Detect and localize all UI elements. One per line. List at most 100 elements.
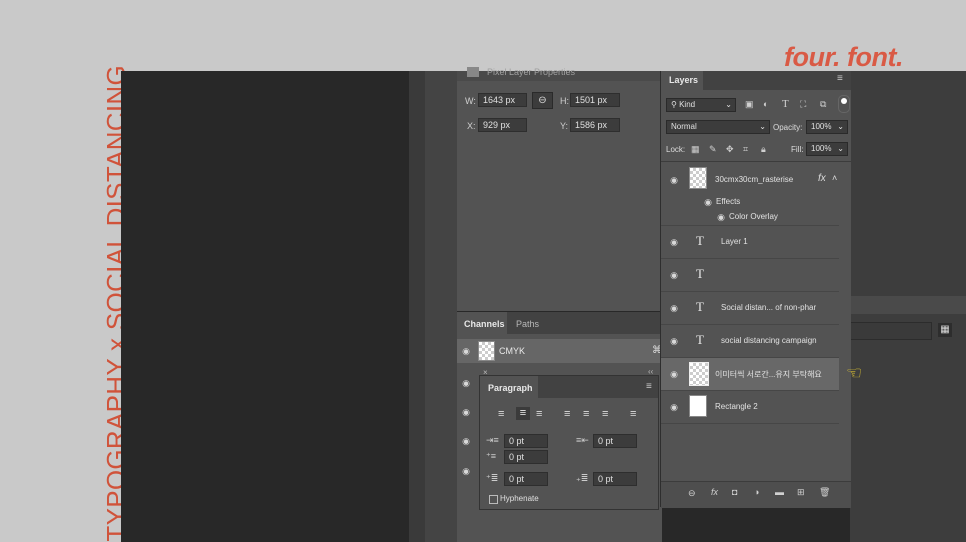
collapse-icon[interactable]: ‹‹ xyxy=(648,367,653,376)
space-before-field[interactable]: 0 pt xyxy=(504,472,548,486)
y-field[interactable]: 1586 px xyxy=(570,118,620,132)
opacity-value: 100% xyxy=(811,122,832,131)
new-layer-icon[interactable]: ⊞ xyxy=(797,487,805,498)
filter-type-icon[interactable]: T xyxy=(782,98,789,110)
filter-pixel-icon[interactable]: ▣ xyxy=(745,99,754,110)
lock-label: Lock: xyxy=(666,145,686,154)
justify-all-icon[interactable]: ≡ xyxy=(630,408,636,420)
align-right-icon[interactable]: ≡ xyxy=(536,408,542,420)
layer-row-rectangle2[interactable]: ◉ Rectangle 2 xyxy=(661,391,839,424)
layer-thumbnail xyxy=(689,395,707,417)
layer-name: Layer 1 xyxy=(721,237,748,246)
eye-icon[interactable]: ◉ xyxy=(459,466,473,476)
add-mask-icon[interactable]: ◘ xyxy=(732,487,737,497)
pixel-layer-icon xyxy=(467,67,479,77)
fx-badge[interactable]: fx xyxy=(818,173,826,184)
layer-row-campaign[interactable]: ◉ T social distancing campaign xyxy=(661,325,839,358)
adjustment-layer-icon[interactable]: ◑ xyxy=(754,487,759,497)
panel-menu-icon[interactable]: ≡ xyxy=(646,381,652,392)
justify-last-center-icon[interactable]: ≡ xyxy=(583,408,589,420)
text-layer-icon: T xyxy=(696,266,704,281)
trash-icon[interactable]: 🗑︎ xyxy=(819,487,830,498)
eye-icon[interactable]: ◉ xyxy=(459,407,473,417)
filter-shape-icon[interactable]: ⛶ xyxy=(800,99,806,110)
chevron-down-icon: ⌄ xyxy=(837,122,844,131)
tab-paths[interactable]: Paths xyxy=(516,319,539,329)
lock-move-icon[interactable]: ✥ xyxy=(726,144,734,155)
filter-toggle[interactable] xyxy=(838,95,850,113)
layer-row-korean-selected[interactable]: ◉ 이미터씩 서로간...유지 부탁해요 xyxy=(661,358,839,391)
eye-icon[interactable]: ◉ xyxy=(667,369,681,379)
effect-color-overlay: Color Overlay xyxy=(729,212,778,221)
lock-brush-icon[interactable]: ✎ xyxy=(709,144,717,155)
chevron-down-icon: ⌄ xyxy=(837,144,844,153)
eye-icon[interactable]: ◉ xyxy=(667,175,681,185)
search-icon: ⚲ xyxy=(671,100,677,109)
eye-icon[interactable]: ◉ xyxy=(459,436,473,446)
width-field[interactable]: 1643 px xyxy=(478,93,527,107)
fill-field[interactable]: 100% ⌄ xyxy=(806,142,848,156)
layer-row-layer1[interactable]: ◉ T Layer 1 xyxy=(661,226,839,259)
opacity-field[interactable]: 100% ⌄ xyxy=(806,120,848,134)
eye-icon[interactable]: ◉ xyxy=(714,212,728,222)
properties-header: Pixel Layer Properties xyxy=(487,67,576,77)
workspace-strip xyxy=(409,71,425,542)
first-line-indent-icon: ⁺≡ xyxy=(486,451,497,461)
channel-row-cmyk[interactable]: ◉ CMYK ⌘ xyxy=(457,339,662,363)
eye-icon[interactable]: ◉ xyxy=(667,336,681,346)
eye-icon[interactable]: ◉ xyxy=(667,270,681,280)
layer-row-rasterise[interactable]: ◉ 30cmx30cm_rasterise fx ˄ ◉ Effects ◉ C… xyxy=(661,162,839,226)
indent-right-field[interactable]: 0 pt xyxy=(593,434,637,448)
paragraph-title[interactable]: Paragraph xyxy=(488,383,533,393)
right-panel-dropdown[interactable] xyxy=(850,322,932,340)
height-label: H: xyxy=(560,96,569,106)
link-layers-icon[interactable]: ⊖ xyxy=(688,488,696,499)
panel-menu-icon[interactable]: ≡ xyxy=(837,73,843,84)
chevron-down-icon: ⌄ xyxy=(759,122,766,131)
lock-all-icon[interactable]: 🔒︎ xyxy=(761,144,766,155)
x-label: X: xyxy=(467,121,476,131)
hyphenate-checkbox[interactable] xyxy=(489,495,498,504)
height-field[interactable]: 1501 px xyxy=(570,93,620,107)
layer-row-text[interactable]: ◉ T xyxy=(661,259,839,292)
link-dimensions-button[interactable]: ⊖ xyxy=(532,92,553,109)
text-layer-icon: T xyxy=(696,332,704,347)
grid-view-icon[interactable]: ▦ xyxy=(938,323,952,337)
align-center-icon[interactable]: ≡ xyxy=(516,407,530,420)
indent-left-field[interactable]: 0 pt xyxy=(504,434,548,448)
new-group-icon[interactable]: ▬ xyxy=(775,487,784,497)
eye-icon[interactable]: ◉ xyxy=(459,346,473,356)
fx-icon[interactable]: fx xyxy=(711,487,718,497)
opacity-label: Opacity: xyxy=(773,123,803,132)
x-field[interactable]: 929 px xyxy=(478,118,527,132)
eye-icon[interactable]: ◉ xyxy=(667,303,681,313)
eye-icon[interactable]: ◉ xyxy=(667,237,681,247)
layer-row-social-distan[interactable]: ◉ T Social distan... of non-phar xyxy=(661,292,839,325)
justify-last-left-icon[interactable]: ≡ xyxy=(564,408,570,420)
tab-layers[interactable]: Layers xyxy=(669,75,698,85)
indent-right-icon: ≡⇤ xyxy=(576,435,589,445)
first-line-indent-field[interactable]: 0 pt xyxy=(504,450,548,464)
chevron-up-icon[interactable]: ˄ xyxy=(832,173,837,183)
text-layer-icon: T xyxy=(696,233,704,248)
layer-name: 30cmx30cm_rasterise xyxy=(715,175,794,184)
width-label: W: xyxy=(465,96,476,106)
eye-icon[interactable]: ◉ xyxy=(667,402,681,412)
space-after-field[interactable]: 0 pt xyxy=(593,472,637,486)
close-icon[interactable]: × xyxy=(483,368,488,377)
properties-panel: Pixel Layer Properties W: 1643 px H: 150… xyxy=(457,67,662,311)
filter-smart-object-icon[interactable]: ⧉ xyxy=(820,99,826,110)
filter-kind-dropdown[interactable]: ⚲ Kind ⌄ xyxy=(666,98,736,112)
space-after-icon: ₊≣ xyxy=(576,473,589,483)
lock-artboard-icon[interactable]: ⌗ xyxy=(743,144,748,155)
blend-mode-dropdown[interactable]: Normal ⌄ xyxy=(666,120,770,134)
lock-transparent-icon[interactable]: ▦ xyxy=(691,144,700,155)
tab-channels[interactable]: Channels xyxy=(464,319,505,329)
justify-last-right-icon[interactable]: ≡ xyxy=(602,408,608,420)
layer-name: Rectangle 2 xyxy=(715,402,758,411)
filter-adjustment-icon[interactable]: ◐ xyxy=(763,99,768,109)
eye-icon[interactable]: ◉ xyxy=(701,197,715,207)
hyphenate-label: Hyphenate xyxy=(500,494,539,503)
eye-icon[interactable]: ◉ xyxy=(459,378,473,388)
align-left-icon[interactable]: ≡ xyxy=(498,408,504,420)
